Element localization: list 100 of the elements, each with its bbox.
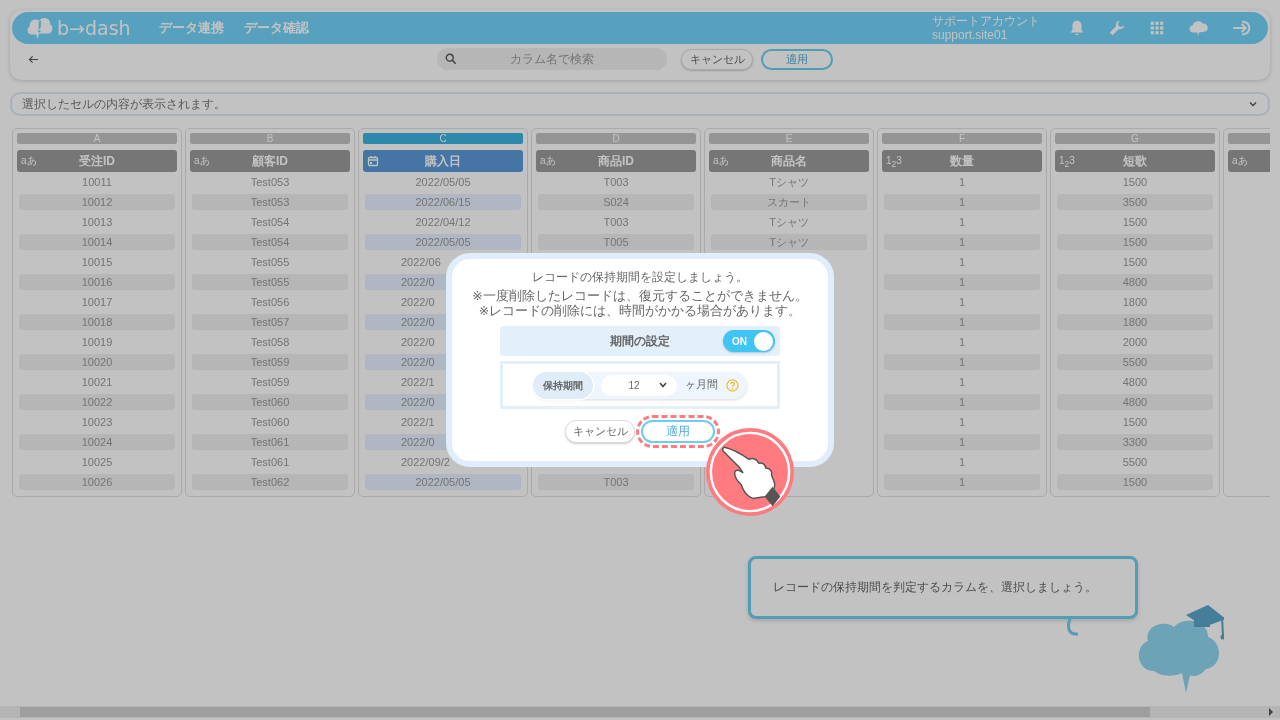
table-cell[interactable]: 3300 — [1057, 434, 1213, 450]
table-cell[interactable]: Test058 — [192, 334, 348, 350]
table-cell[interactable]: Tシャツ — [711, 174, 867, 190]
table-cell[interactable]: 10012 — [19, 194, 175, 210]
table-cell[interactable]: 2022/04/12 — [365, 214, 521, 230]
table-cell[interactable]: 5500 — [1057, 354, 1213, 370]
table-cell[interactable]: 1500 — [1057, 214, 1213, 230]
table-cell[interactable]: 10021 — [19, 374, 175, 390]
table-cell[interactable]: Test061 — [192, 454, 348, 470]
table-cell[interactable]: 4800 — [1057, 374, 1213, 390]
search-field[interactable]: カラム名で検索 — [437, 48, 667, 70]
table-cell[interactable]: 1500 — [1057, 414, 1213, 430]
table-cell[interactable]: 10011 — [19, 174, 175, 190]
table-cell[interactable]: 2022/05/05 — [365, 174, 521, 190]
table-cell[interactable]: Test060 — [192, 414, 348, 430]
column-header[interactable]: 購入日 — [363, 150, 523, 172]
table-cell[interactable]: Test059 — [192, 354, 348, 370]
table-cell[interactable]: Test062 — [192, 474, 348, 490]
table-cell[interactable]: Test054 — [192, 234, 348, 250]
table-cell[interactable]: 1500 — [1057, 254, 1213, 270]
table-cell[interactable]: Tシャツ — [711, 234, 867, 250]
table-cell[interactable]: 2022/05/05 — [365, 474, 521, 490]
table-cell[interactable]: 3500 — [1057, 194, 1213, 210]
column-header[interactable]: aあ 商品ID — [536, 150, 696, 172]
table-cell[interactable]: 1 — [884, 394, 1040, 410]
table-cell[interactable]: 2022/06/15 — [365, 194, 521, 210]
table-cell[interactable]: 1 — [884, 294, 1040, 310]
table-cell[interactable]: Test054 — [192, 214, 348, 230]
table-cell[interactable]: 1 — [884, 334, 1040, 350]
table-cell[interactable]: 1 — [884, 174, 1040, 190]
table-cell[interactable]: S024 — [538, 194, 694, 210]
column-header[interactable]: 1$_{2}$3 数量 — [882, 150, 1042, 172]
table-cell[interactable]: 10014 — [19, 234, 175, 250]
table-cell[interactable]: 10024 — [19, 434, 175, 450]
cancel-button[interactable]: キャンセル — [681, 48, 753, 70]
nav-link[interactable]: データ連携 — [158, 19, 224, 37]
table-cell[interactable]: 5500 — [1057, 454, 1213, 470]
column-header[interactable]: aあ 受注ID — [17, 150, 177, 172]
type-label: aあ — [194, 155, 210, 167]
table-cell[interactable]: 1 — [884, 454, 1040, 470]
table-cell[interactable]: 1 — [884, 374, 1040, 390]
table-cell[interactable]: Test057 — [192, 314, 348, 330]
table-cell[interactable]: 1 — [884, 314, 1040, 330]
period-select[interactable]: 12 — [601, 374, 677, 396]
table-cell[interactable]: 1 — [884, 214, 1040, 230]
column-header[interactable]: aあ 顧客ID — [190, 150, 350, 172]
table-cell[interactable]: Test055 — [192, 274, 348, 290]
table-cell[interactable]: 2000 — [1057, 334, 1213, 350]
table-cell[interactable]: 10020 — [19, 354, 175, 370]
nav-link[interactable]: データ確認 — [243, 19, 309, 37]
table-cell[interactable]: 1 — [884, 354, 1040, 370]
table-cell[interactable]: 1500 — [1057, 474, 1213, 490]
cell-content-field[interactable]: 選択したセルの内容が表示されます。 — [10, 92, 1270, 116]
table-cell[interactable]: T003 — [538, 474, 694, 490]
column-letter[interactable]: C — [363, 133, 523, 144]
table-cell[interactable]: T003 — [538, 214, 694, 230]
column-header[interactable]: 1$_{2}$3 短歌 — [1055, 150, 1215, 172]
table-cell[interactable]: 1 — [884, 414, 1040, 430]
table-cell[interactable]: Test061 — [192, 434, 348, 450]
table-cell[interactable]: 1500 — [1057, 174, 1213, 190]
apply-button[interactable]: 適用 — [761, 48, 833, 70]
table-cell[interactable]: 4800 — [1057, 394, 1213, 410]
table-cell[interactable]: 10022 — [19, 394, 175, 410]
table-cell[interactable]: 1 — [884, 434, 1040, 450]
table-cell[interactable]: 10025 — [19, 454, 175, 470]
table-cell[interactable]: 1 — [884, 254, 1040, 270]
table-cell[interactable]: Test056 — [192, 294, 348, 310]
column-name: 顧客ID — [252, 152, 288, 170]
table-cell[interactable]: Test059 — [192, 374, 348, 390]
table-cell[interactable]: Tシャツ — [711, 214, 867, 230]
table-cell[interactable]: 10023 — [19, 414, 175, 430]
table-cell[interactable]: 10019 — [19, 334, 175, 350]
cancel-button[interactable]: キャンセル — [565, 420, 635, 443]
table-cell[interactable]: 10013 — [19, 214, 175, 230]
table-cell[interactable]: 10017 — [19, 294, 175, 310]
column-header[interactable]: aあ — [1228, 150, 1270, 172]
table-cell[interactable]: 10015 — [19, 254, 175, 270]
table-cell[interactable]: 1 — [884, 474, 1040, 490]
table-cell[interactable]: 1500 — [1057, 234, 1213, 250]
table-cell[interactable]: T005 — [538, 234, 694, 250]
table-cell[interactable]: 10026 — [19, 474, 175, 490]
table-cell[interactable]: Test060 — [192, 394, 348, 410]
table-cell[interactable]: 10016 — [19, 274, 175, 290]
table-cell[interactable]: 1800 — [1057, 294, 1213, 310]
column-name: 数量 — [950, 152, 974, 170]
toggle-switch[interactable]: ON — [723, 330, 775, 352]
table-cell[interactable]: 1800 — [1057, 314, 1213, 330]
logo-text[interactable]: b→dash — [57, 17, 131, 39]
table-cell[interactable]: 4800 — [1057, 274, 1213, 290]
table-cell[interactable]: Test053 — [192, 194, 348, 210]
table-cell[interactable]: T003 — [538, 174, 694, 190]
table-cell[interactable]: Test055 — [192, 254, 348, 270]
table-cell[interactable]: 1 — [884, 274, 1040, 290]
table-cell[interactable]: 10018 — [19, 314, 175, 330]
table-cell[interactable]: 1 — [884, 194, 1040, 210]
table-cell[interactable]: Test053 — [192, 174, 348, 190]
type-label: aあ — [21, 155, 37, 167]
table-cell[interactable]: 2022/05/05 — [365, 234, 521, 250]
table-cell[interactable]: 1 — [884, 234, 1040, 250]
column-header[interactable]: aあ 商品名 — [709, 150, 869, 172]
